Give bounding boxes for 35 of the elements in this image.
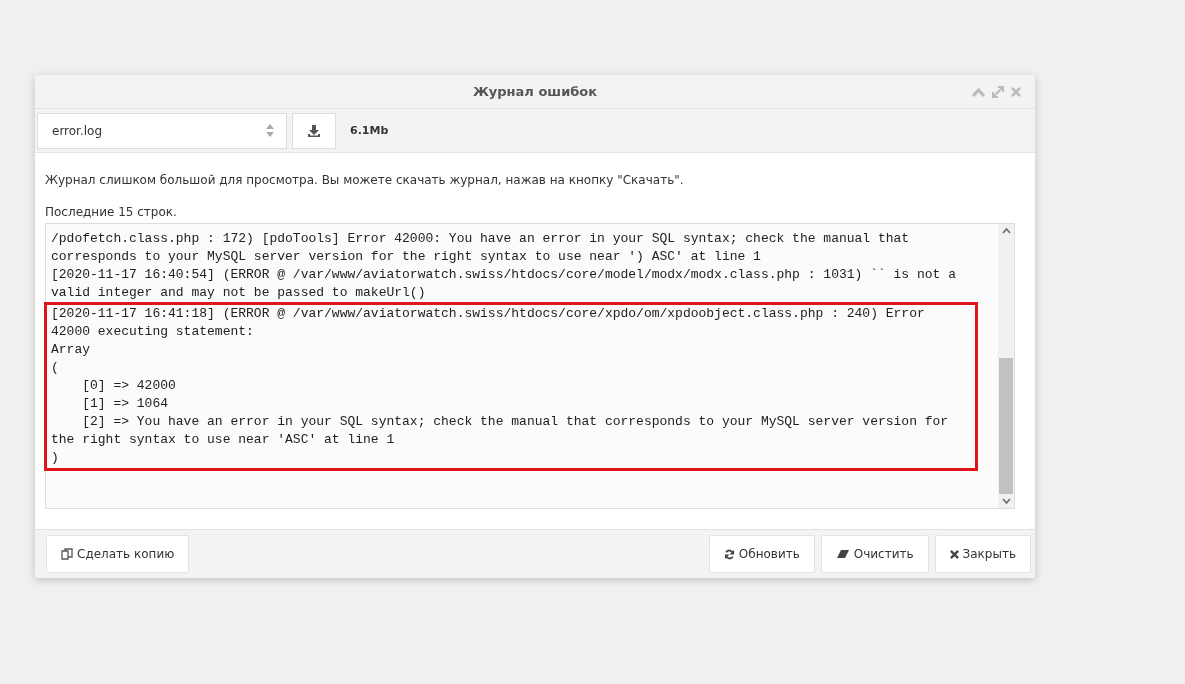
log-line: [0] => 42000	[81, 377, 177, 395]
scroll-down-icon[interactable]	[1001, 498, 1011, 504]
collapse-icon[interactable]	[972, 87, 985, 97]
file-size: 6.1Mb	[350, 124, 389, 137]
clear-button[interactable]: Очистить	[820, 535, 929, 573]
window-title: Журнал ошибок	[472, 84, 598, 99]
file-select[interactable]: error.log	[37, 112, 287, 149]
sort-caret-icon	[266, 124, 274, 137]
log-line: (	[51, 359, 60, 377]
log-line: /pdofetch.class.php : 172) [pdoTools] Error 42000: You have an error in your SQL syntax; check the manual that	[51, 230, 911, 248]
download-button[interactable]	[292, 112, 336, 149]
log-line: )	[51, 449, 60, 467]
log-line: Array	[51, 341, 91, 359]
log-line: 42000 executing statement:	[51, 323, 255, 341]
log-line: [2020-11-17 16:40:54] (ERROR @ /var/www/aviatorwatch.swiss/htdocs/core/model/modx/modx.class.php : 1031) `` is not a	[51, 266, 957, 284]
log-line: corresponds to your MySQL server version for the right syntax to use near ') ASC' at line 1	[51, 248, 762, 266]
copy-icon	[61, 548, 73, 560]
log-line: [1] => 1064	[81, 395, 170, 413]
info-message: Журнал слишком большой для просмотра. Вы можете скачать журнал, нажав на кнопку "Скачать".	[45, 173, 685, 187]
log-line: [2] => You have an error in your SQL syntax; check the manual that corresponds to your MySQL server version for	[81, 413, 950, 431]
download-icon	[308, 124, 320, 137]
log-line: [2020-11-17 16:41:18] (ERROR @ /var/www/aviatorwatch.swiss/htdocs/core/xpdo/om/xpdoobject.class.php : 240) Error	[51, 305, 926, 323]
expand-icon[interactable]	[992, 86, 1004, 98]
log-line: the right syntax to use near 'ASC' at line 1	[51, 431, 396, 449]
log-line: valid integer and may not be passed to makeUrl()	[51, 284, 427, 302]
refresh-button[interactable]: Обновить	[708, 535, 815, 573]
close-button[interactable]: Закрыть	[934, 535, 1031, 573]
refresh-icon	[723, 548, 735, 560]
close-icon[interactable]	[1011, 87, 1021, 97]
copy-button[interactable]: Сделать копию	[46, 535, 190, 573]
log-caption: Последние 15 строк.	[45, 205, 178, 219]
scrollbar[interactable]	[998, 224, 1014, 508]
eraser-icon	[835, 549, 850, 559]
close-icon	[949, 549, 959, 559]
scroll-up-icon[interactable]	[1001, 228, 1011, 234]
